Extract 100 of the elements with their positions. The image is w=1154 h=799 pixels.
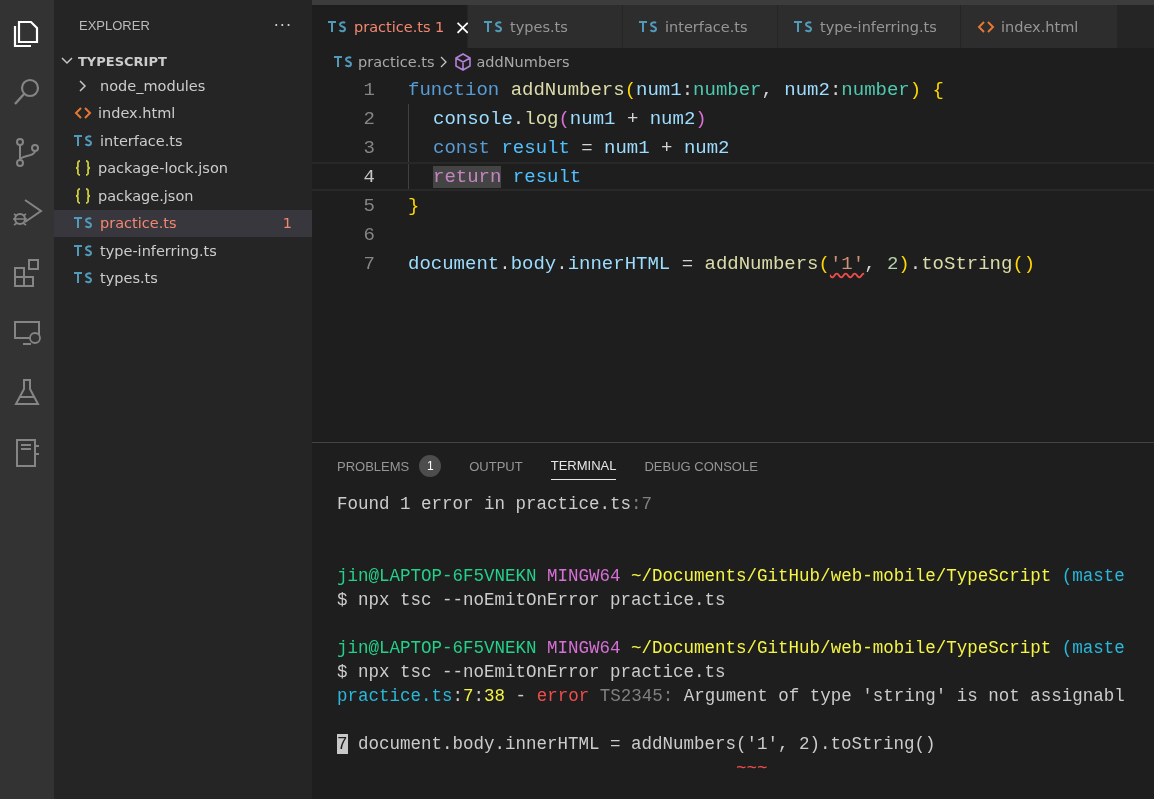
terminal-text: ~/Documents/GitHub/web-mobile/TypeScript	[631, 566, 1052, 586]
code-token: num1	[604, 136, 650, 159]
ts-icon	[74, 217, 94, 230]
cube-icon	[454, 52, 473, 71]
terminal-text: $ npx tsc --noEmitOnError practice.ts	[337, 590, 726, 610]
ts-icon	[74, 244, 94, 257]
file-item[interactable]: types.ts	[54, 264, 312, 292]
editor-tab[interactable]: interface.ts	[623, 5, 778, 48]
code-token: +	[626, 107, 639, 130]
code-brackets-icon	[74, 106, 92, 121]
ts-icon	[794, 20, 814, 33]
file-item[interactable]: index.html	[54, 99, 312, 127]
code-token: body	[510, 252, 557, 275]
file-item[interactable]: type-inferring.ts	[54, 237, 312, 265]
panel-tab[interactable]: TERMINAL	[550, 452, 617, 480]
code-token: ,	[864, 252, 876, 275]
code-token: (	[558, 107, 570, 130]
terminal-text: jin@LAPTOP-6F5VNEKN	[337, 638, 537, 658]
code-token: const	[433, 136, 490, 159]
code-token: 2	[886, 252, 899, 275]
terminal-text: Found 1 error in practice.ts	[337, 494, 632, 514]
editor-tab[interactable]: types.ts	[468, 5, 623, 48]
terminal-text: document.body.innerHTML = addNumbers('1', 2).toString()	[358, 734, 936, 754]
bug-play-icon[interactable]	[11, 196, 43, 228]
line-number: 4	[362, 165, 376, 188]
terminal-text: :	[452, 686, 464, 706]
breadcrumb-item[interactable]: addNumbers	[476, 53, 570, 70]
line-number: 7	[362, 252, 376, 275]
code-token: innerHTML	[567, 252, 671, 275]
ts-icon	[639, 20, 659, 33]
ts-icon	[484, 20, 504, 33]
terminal-text: (maste	[1061, 638, 1125, 658]
code-token: num1	[636, 78, 682, 101]
more-actions-button[interactable]: ···	[273, 15, 292, 35]
code-token: num2	[683, 136, 730, 159]
code-token: function	[408, 78, 500, 101]
sidebar-title: EXPLORER	[79, 17, 150, 33]
ts-icon	[74, 134, 94, 147]
terminal-text: practice.ts	[337, 686, 453, 706]
code-token: addNumbers	[704, 252, 819, 275]
terminal-text: -	[515, 686, 527, 706]
editor-tab[interactable]: type-inferring.ts	[778, 5, 961, 48]
terminal-text: jin@LAPTOP-6F5VNEKN	[337, 566, 537, 586]
count-badge: 1	[419, 455, 442, 477]
ts-icon	[334, 55, 354, 68]
line-number: 3	[362, 136, 376, 159]
line-number: 5	[362, 194, 376, 217]
code-token: num2	[784, 78, 830, 101]
file-item[interactable]: practice.ts 1	[54, 209, 312, 237]
file-item[interactable]: package.json	[54, 182, 312, 210]
code-token: .	[512, 107, 525, 130]
panel-tab[interactable]: DEBUG CONSOLE	[644, 452, 758, 480]
panel-tab[interactable]: PROBLEMS 1	[337, 449, 442, 483]
code-token: number	[841, 78, 910, 101]
braces-icon	[74, 187, 92, 204]
ts-icon	[328, 20, 348, 33]
terminal-text: error	[536, 686, 590, 706]
code-token: {	[932, 78, 944, 101]
line-number: 6	[362, 223, 376, 246]
code-token: +	[661, 136, 673, 159]
code-token: )	[898, 252, 910, 275]
code-token: )	[695, 107, 707, 130]
ts-icon	[74, 272, 94, 285]
terminal-text: 38	[484, 686, 506, 706]
code-brackets-icon	[977, 19, 995, 34]
folder-item[interactable]: node_modules	[54, 72, 312, 100]
braces-icon	[74, 160, 92, 177]
code-token: (	[818, 252, 830, 275]
breadcrumb-item[interactable]: practice.ts	[358, 53, 435, 70]
code-token: .	[556, 252, 568, 275]
editor-tab[interactable]: practice.ts 1 ×	[312, 5, 468, 48]
code-token: ,	[761, 78, 773, 101]
file-item[interactable]: interface.ts	[54, 127, 312, 155]
code-token: '1'	[829, 252, 865, 275]
terminal-text: :	[473, 686, 485, 706]
file-item[interactable]: package-lock.json	[54, 154, 312, 182]
line-number: 1	[362, 78, 376, 101]
editor-tab[interactable]: index.html	[961, 5, 1118, 48]
terminal-text: TS2345:	[599, 686, 674, 706]
terminal-text: ~/Documents/GitHub/web-mobile/TypeScript	[631, 638, 1052, 658]
terminal-text: (maste	[1061, 566, 1125, 586]
code-token: num1	[569, 107, 616, 130]
code-token: number	[693, 78, 762, 101]
terminal-text: MINGW64	[547, 638, 621, 658]
code-token: (	[624, 78, 637, 101]
code-token: =	[581, 136, 593, 159]
terminal-text: ~~~	[736, 758, 768, 778]
terminal-text: Argument of type 'string' is not assignabl	[683, 686, 1125, 706]
panel-tab[interactable]: OUTPUT	[469, 452, 523, 480]
code-token: :	[681, 78, 694, 101]
line-number: 2	[362, 107, 376, 130]
folder-row[interactable]: TYPESCRIPT	[54, 50, 312, 72]
terminal-text: :7	[631, 494, 653, 514]
terminal-text: 7	[463, 686, 474, 706]
code-token: num2	[649, 107, 696, 130]
code-token: )	[909, 78, 922, 101]
code-token: result	[512, 165, 582, 188]
code-token: :	[829, 78, 842, 101]
code-token: }	[408, 194, 420, 217]
code-token: ()	[1012, 252, 1036, 275]
